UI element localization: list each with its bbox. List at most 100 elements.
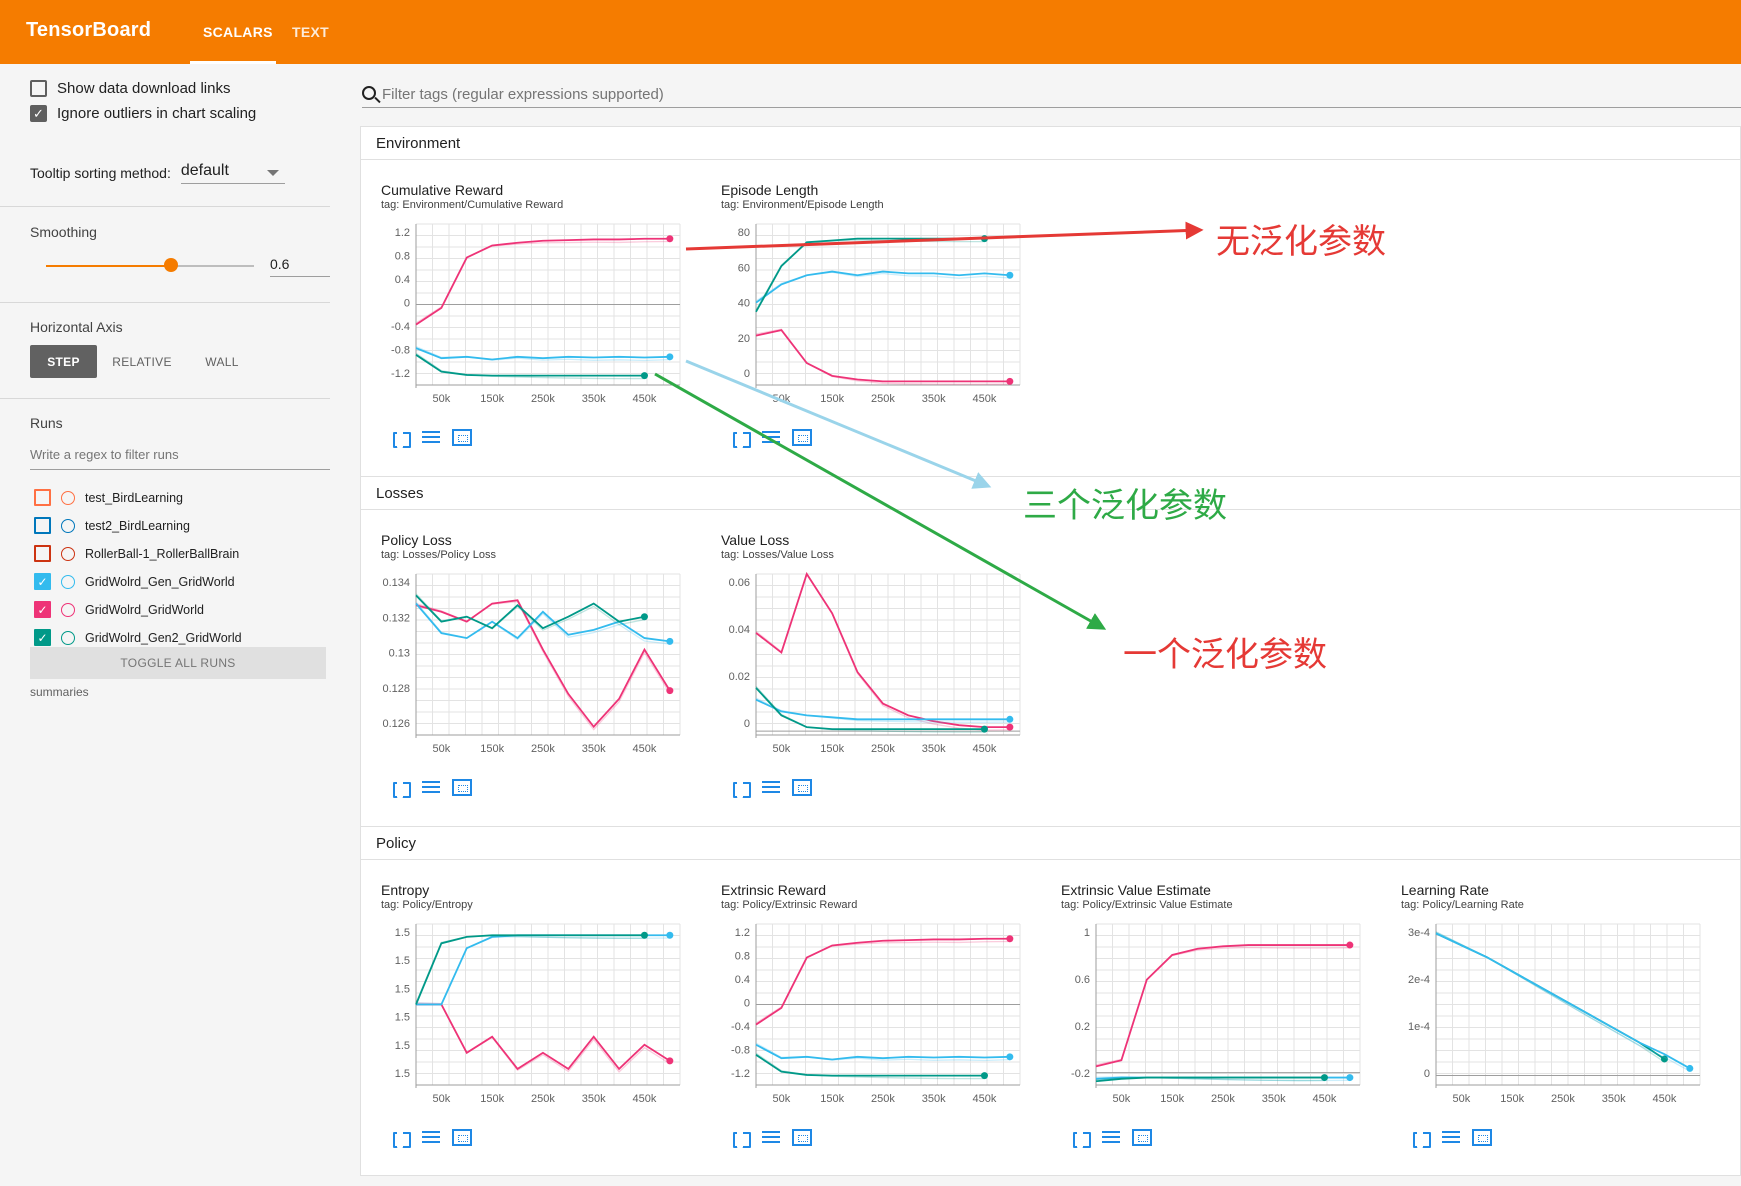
x-tick-label: 150k [480,393,504,405]
fit-domain-icon[interactable] [792,779,812,796]
run-item[interactable]: test_BirdLearning [34,489,183,506]
run-name: GridWolrd_Gen_GridWorld [85,574,235,589]
chart-plot[interactable]: 1.2 0.8 0.4 0 -0.4 -0.8 -1.2 50k 150k 250k 350k 450… [700,910,1040,1125]
expand-icon[interactable] [730,778,751,798]
fit-domain-icon[interactable] [452,1129,472,1146]
toggle-log-scale-icon[interactable] [422,781,440,795]
run-item[interactable]: test2_BirdLearning [34,517,190,534]
series-end-point [666,687,674,695]
chart-plot[interactable]: 1.5 1.5 1.5 1.5 1.5 1.5 50k 150k 250k 350k 450k [360,910,700,1125]
annotation-three-generalization: 三个泛化参数 [1023,486,1227,526]
show-download-links-option[interactable]: Show data download links [30,80,230,97]
fit-domain-icon[interactable] [452,429,472,446]
chart-plot[interactable]: 80 60 40 20 0 50k 150k 250k 350k 450k [700,210,1040,425]
chart-card: Cumulative Reward tag: Environment/Cumula… [360,182,700,482]
expand-icon[interactable] [730,428,751,448]
expand-icon[interactable] [390,778,411,798]
x-tick-label: 450k [973,1093,997,1105]
haxis-relative-button[interactable]: RELATIVE [106,345,178,378]
tag-filter[interactable]: Filter tags (regular expressions support… [362,82,1741,108]
chart-card: Policy Loss tag: Losses/Policy Loss 0.134 0… [360,532,700,832]
sidebar: Show data download links ✓ Ignore outlie… [0,64,340,1186]
y-tick-label: -0.4 [391,321,410,333]
series-end-point [980,235,988,243]
runs-label: Runs [30,415,63,431]
tooltip-sorting-select[interactable]: default [180,162,285,184]
chart-title: Value Loss [721,532,790,548]
chart-plot[interactable]: 1 0.6 0.2 -0.2 50k 150k 250k 350k 450k [1040,910,1380,1125]
fit-domain-icon[interactable] [452,779,472,796]
run-item[interactable]: RollerBall-1_RollerBallBrain [34,545,239,562]
checkbox-icon[interactable] [30,80,47,97]
fit-domain-icon[interactable] [792,429,812,446]
chart-toolbar [390,1128,472,1148]
x-tick-label: 150k [820,743,844,755]
run-color-circle [61,574,75,589]
x-tick-label: 250k [1551,1093,1575,1105]
run-item[interactable]: ✓ GridWolrd_Gen_GridWorld [34,573,235,590]
y-tick-label: 0.2 [1075,1021,1090,1033]
smoothing-slider-track[interactable] [46,265,254,267]
toggle-log-scale-icon[interactable] [1442,1131,1460,1145]
x-tick-label: 250k [1211,1093,1235,1105]
group-header-environment[interactable]: Environment [360,126,1741,160]
run-color-circle [61,546,75,561]
run-item[interactable]: ✓ GridWolrd_GridWorld [34,601,204,618]
x-tick-label: 250k [871,393,895,405]
series-end-point [1006,377,1014,385]
checkbox-checked-icon[interactable]: ✓ [30,105,47,122]
x-tick-label: 250k [871,1093,895,1105]
x-tick-label: 50k [773,393,791,405]
run-color-circle [61,630,75,645]
run-checkbox[interactable] [34,545,51,562]
run-checkbox[interactable] [34,489,51,506]
toggle-log-scale-icon[interactable] [422,431,440,445]
expand-icon[interactable] [1410,1128,1431,1148]
run-checkbox[interactable]: ✓ [34,573,51,590]
chart-plot[interactable]: 0.134 0.132 0.13 0.128 0.126 50k 150k 250k 350k 4… [360,560,700,775]
toggle-log-scale-icon[interactable] [762,1131,780,1145]
tab-text[interactable]: TEXT [292,24,329,40]
run-item[interactable]: ✓ GridWolrd_Gen2_GridWorld [34,629,242,646]
x-tick-label: 350k [922,393,946,405]
smoothing-slider-thumb[interactable] [163,258,178,272]
expand-icon[interactable] [390,428,411,448]
chart-plot[interactable]: 3e-4 2e-4 1e-4 0 50k 150k 250k 350k 450k [1380,910,1720,1125]
fit-domain-icon[interactable] [1132,1129,1152,1146]
expand-icon[interactable] [730,1128,751,1148]
toggle-log-scale-icon[interactable] [1102,1131,1120,1145]
fit-domain-icon[interactable] [792,1129,812,1146]
toggle-all-runs-button[interactable]: TOGGLE ALL RUNS [30,647,326,679]
chart-toolbar [1070,1128,1152,1148]
toggle-log-scale-icon[interactable] [422,1131,440,1145]
series-raw-line [1435,931,1665,1063]
y-tick-label: 2e-4 [1408,974,1430,986]
series-raw-line [755,271,1010,302]
y-tick-label: -0.2 [1071,1068,1090,1080]
y-tick-label: 1.5 [395,1012,410,1024]
ignore-outliers-option[interactable]: ✓ Ignore outliers in chart scaling [30,105,256,122]
toggle-log-scale-icon[interactable] [762,781,780,795]
toggle-log-scale-icon[interactable] [762,431,780,445]
x-tick-label: 250k [531,393,555,405]
haxis-wall-button[interactable]: WALL [190,345,254,378]
summaries-link[interactable]: summaries [30,685,89,699]
chart-plot[interactable]: 1.2 0.8 0.4 0 -0.4 -0.8 -1.2 50k 150k 250k 350k 450… [360,210,700,425]
y-tick-label: 3e-4 [1408,927,1430,939]
expand-icon[interactable] [390,1128,411,1148]
tab-scalars[interactable]: SCALARS [203,24,273,40]
series-end-point [666,1057,674,1065]
smoothing-value-input[interactable]: 0.6 [270,256,330,277]
run-checkbox[interactable] [34,517,51,534]
y-tick-label: 0.4 [735,974,750,986]
expand-icon[interactable] [1070,1128,1091,1148]
run-checkbox[interactable]: ✓ [34,601,51,618]
haxis-step-button[interactable]: STEP [30,345,97,378]
fit-domain-icon[interactable] [1472,1129,1492,1146]
runs-filter-input[interactable]: Write a regex to filter runs [30,447,330,470]
series-raw-line [1095,946,1350,1066]
run-checkbox[interactable]: ✓ [34,629,51,646]
chart-plot[interactable]: 0.06 0.04 0.02 0 50k 150k 250k 350k 450k [700,560,1040,775]
series-line [755,1043,1010,1061]
x-tick-label: 350k [1262,1093,1286,1105]
